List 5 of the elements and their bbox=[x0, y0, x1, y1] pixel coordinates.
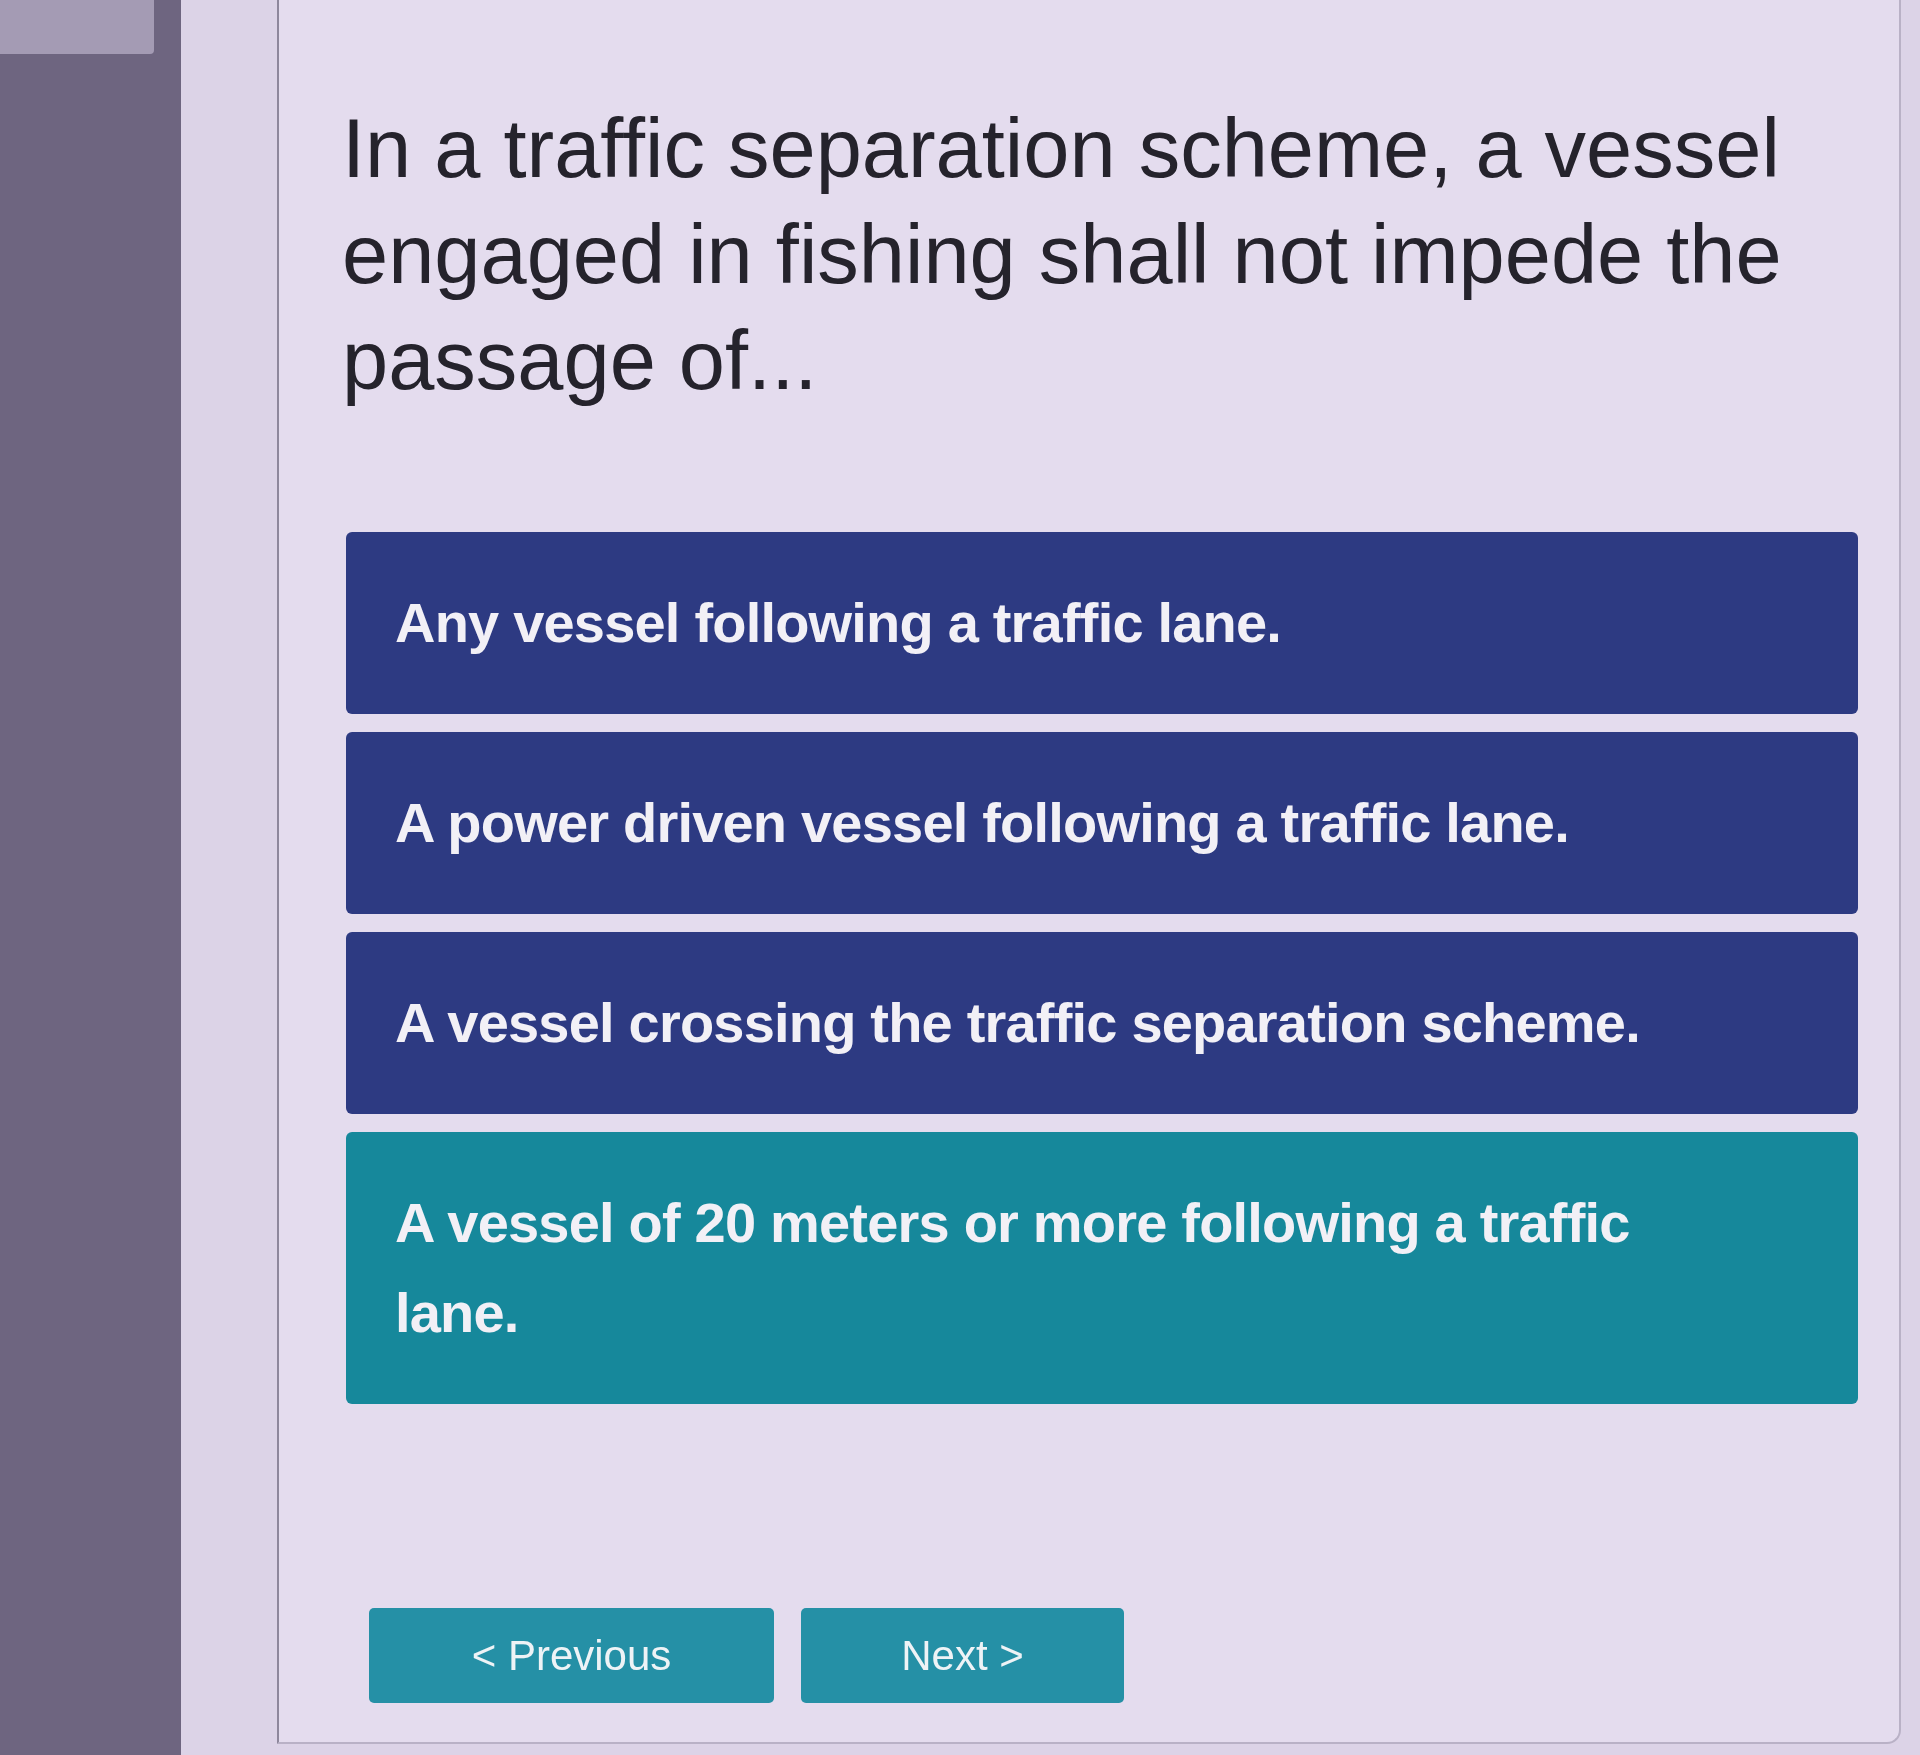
answer-option[interactable]: A power driven vessel following a traffic lane. bbox=[346, 732, 1858, 914]
answer-option[interactable]: A vessel of 20 meters or more following a traffic lane. bbox=[346, 1132, 1858, 1404]
answer-option[interactable]: Any vessel following a traffic lane. bbox=[346, 532, 1858, 714]
answer-option[interactable]: A vessel crossing the traffic separation scheme. bbox=[346, 932, 1858, 1114]
question-text: In a traffic separation scheme, a vessel engaged in fishing shall not impede the passage of... bbox=[342, 101, 1783, 409]
